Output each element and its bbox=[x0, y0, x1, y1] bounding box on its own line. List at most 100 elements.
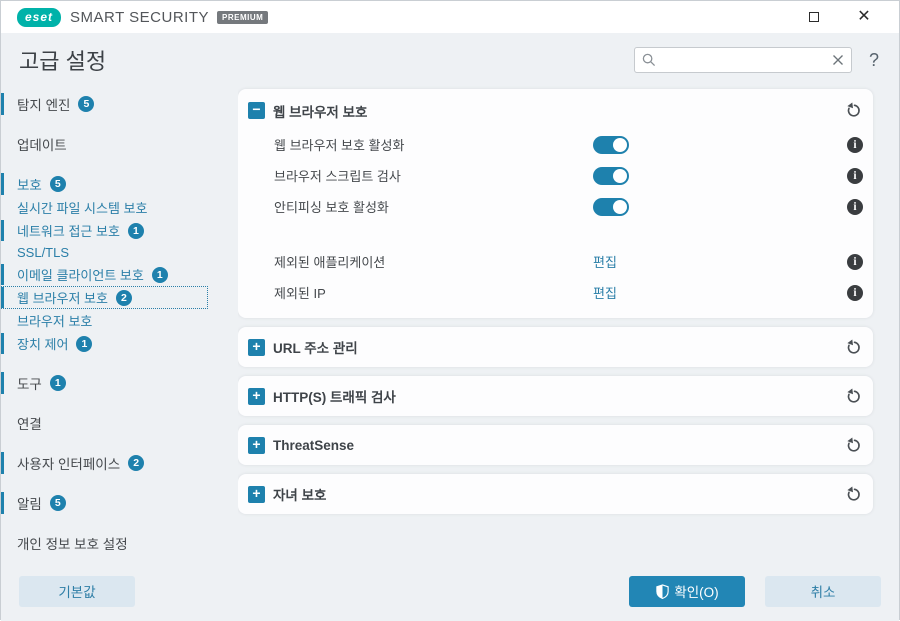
sidebar-item-label: 보호 bbox=[17, 178, 42, 193]
sidebar-nav: 탐지 엔진 5 업데이트 보호 5 실시간 파일 시스템 보호 네트워크 접근 보호 1 SSL… bbox=[1, 81, 238, 561]
modified-indicator-bar bbox=[1, 287, 4, 308]
search-input[interactable] bbox=[655, 53, 832, 67]
row-spacer bbox=[248, 222, 863, 246]
sidebar-item[interactable]: 도구 1 bbox=[1, 371, 208, 395]
modified-indicator-bar bbox=[1, 93, 4, 115]
info-icon[interactable]: i bbox=[847, 136, 863, 153]
section-title: ThreatSense bbox=[273, 437, 355, 453]
sidebar-item[interactable]: 업데이트 bbox=[1, 132, 208, 156]
search-icon bbox=[642, 53, 656, 67]
window-content: 고급 설정 ? 탐지 엔진 5 업데이트 보호 5 실시간 파일 시스템 보호 네트워크 접… bbox=[1, 33, 899, 621]
reset-icon[interactable] bbox=[843, 386, 863, 406]
section-rows: 웹 브라우저 보호 활성화 i 브라우저 스크립트 검사 i 안티피싱 보호 활성화 i 제… bbox=[238, 123, 873, 318]
sidebar-item[interactable]: 사용자 인터페이스 2 bbox=[1, 451, 208, 475]
toggle-knob bbox=[613, 199, 627, 214]
sidebar-item-label: 탐지 엔진 bbox=[17, 98, 71, 113]
section-title: 웹 브라우저 보호 bbox=[273, 104, 368, 120]
toggle-knob bbox=[613, 137, 627, 152]
reset-icon[interactable] bbox=[843, 101, 863, 121]
sidebar-item-label: 업데이트 bbox=[17, 138, 67, 153]
section-title: 자녀 보호 bbox=[273, 488, 327, 503]
title-bar: eset SMART SECURITY PREMIUM ✕ bbox=[1, 1, 899, 33]
reset-icon[interactable] bbox=[843, 337, 863, 357]
toggle-switch[interactable] bbox=[593, 166, 629, 185]
sidebar-item[interactable]: 웹 브라우저 보호 2 bbox=[1, 286, 208, 309]
cancel-button[interactable]: 취소 bbox=[765, 575, 881, 607]
expand-icon[interactable]: + bbox=[248, 338, 265, 356]
body: 탐지 엔진 5 업데이트 보호 5 실시간 파일 시스템 보호 네트워크 접근 보호 1 SSL… bbox=[1, 81, 899, 561]
modified-indicator-bar bbox=[1, 372, 4, 394]
ok-button-label: 확인(O) bbox=[674, 585, 719, 600]
toggle-switch[interactable] bbox=[593, 197, 629, 216]
expand-icon[interactable]: + bbox=[248, 485, 265, 503]
sidebar-item[interactable]: SSL/TLS bbox=[1, 242, 208, 263]
setting-row: 브라우저 스크립트 검사 i bbox=[248, 160, 863, 191]
sidebar-item[interactable]: 알림 5 bbox=[1, 491, 208, 515]
count-badge: 5 bbox=[78, 96, 95, 112]
collapsed-section: + ThreatSense bbox=[238, 425, 873, 465]
modified-indicator-bar bbox=[1, 452, 4, 474]
edit-link[interactable]: 편집 bbox=[593, 252, 617, 271]
search-clear-icon[interactable] bbox=[832, 54, 844, 66]
sidebar-item[interactable]: 장치 제어 1 bbox=[1, 332, 208, 355]
sidebar-item-label: 알림 bbox=[17, 497, 42, 512]
expand-icon[interactable]: + bbox=[248, 387, 265, 405]
footer-bar: 기본값 확인(O) 취소 bbox=[1, 561, 899, 621]
sidebar-item-label: 도구 bbox=[17, 377, 42, 392]
sidebar-item[interactable]: 개인 정보 보호 설정 bbox=[1, 531, 208, 555]
edit-link[interactable]: 편집 bbox=[593, 283, 617, 302]
reset-icon[interactable] bbox=[843, 484, 863, 504]
info-icon[interactable]: i bbox=[847, 253, 863, 270]
info-icon[interactable]: i bbox=[847, 167, 863, 184]
premium-badge: PREMIUM bbox=[217, 10, 269, 24]
sidebar-item-label: 연결 bbox=[17, 417, 42, 432]
page-title: 고급 설정 bbox=[19, 49, 107, 74]
help-icon[interactable]: ? bbox=[869, 50, 879, 71]
sidebar-item-label: 장치 제어 bbox=[17, 337, 69, 352]
info-icon[interactable]: i bbox=[847, 198, 863, 215]
sidebar-item[interactable]: 실시간 파일 시스템 보호 bbox=[1, 196, 208, 219]
sidebar-item-label: 사용자 인터페이스 bbox=[17, 457, 121, 472]
sidebar-item[interactable]: 브라우저 보호 bbox=[1, 309, 208, 332]
modified-indicator-bar bbox=[1, 264, 4, 285]
collapsed-section: + HTTP(S) 트래픽 검사 bbox=[238, 376, 873, 416]
section-title: URL 주소 관리 bbox=[273, 341, 358, 356]
setting-label: 안티피싱 보호 활성화 bbox=[274, 200, 389, 215]
count-badge: 2 bbox=[128, 455, 145, 471]
sidebar-item-label: 개인 정보 보호 설정 bbox=[17, 537, 128, 552]
setting-row: 웹 브라우저 보호 활성화 i bbox=[248, 129, 863, 160]
reset-icon[interactable] bbox=[843, 435, 863, 455]
modified-indicator-bar bbox=[1, 333, 4, 354]
info-icon[interactable]: i bbox=[847, 284, 863, 301]
sidebar-item-label: 브라우저 보호 bbox=[17, 314, 93, 329]
modified-indicator-bar bbox=[1, 220, 4, 241]
count-badge: 5 bbox=[49, 495, 66, 511]
collapse-icon[interactable]: − bbox=[248, 102, 265, 119]
maximize-button[interactable] bbox=[801, 4, 827, 30]
sidebar-item[interactable]: 네트워크 접근 보호 1 bbox=[1, 219, 208, 242]
section-title: HTTP(S) 트래픽 검사 bbox=[273, 390, 396, 405]
collapsed-sections: + URL 주소 관리 + HTTP(S) 트래픽 검사 + ThreatSense + 자녀… bbox=[238, 327, 873, 514]
toggle-switch[interactable] bbox=[593, 135, 629, 154]
default-button[interactable]: 기본값 bbox=[19, 575, 135, 607]
setting-row: 안티피싱 보호 활성화 i bbox=[248, 191, 863, 222]
sidebar-item[interactable]: 이메일 클라이언트 보호 1 bbox=[1, 263, 208, 286]
sidebar-item[interactable]: 탐지 엔진 5 bbox=[1, 92, 208, 116]
collapsed-section: + 자녀 보호 bbox=[238, 474, 873, 514]
search-box[interactable] bbox=[633, 47, 852, 73]
expand-icon[interactable]: + bbox=[248, 436, 265, 454]
sidebar-item[interactable]: 보호 5 bbox=[1, 172, 208, 196]
modified-indicator-bar bbox=[1, 492, 4, 514]
sidebar-item-label: SSL/TLS bbox=[17, 245, 70, 260]
count-badge: 1 bbox=[151, 266, 168, 283]
close-button[interactable]: ✕ bbox=[851, 4, 877, 30]
sidebar-item[interactable]: 연결 bbox=[1, 411, 208, 435]
setting-row: 제외된 IP 편집 i bbox=[248, 277, 863, 308]
settings-panel: − 웹 브라우저 보호 웹 브라우저 보호 활성화 i 브라우저 스크립트 검사 i 안… bbox=[238, 81, 899, 561]
brand-name: SMART SECURITY bbox=[70, 8, 209, 26]
ok-button[interactable]: 확인(O) bbox=[629, 575, 745, 607]
toggle-knob bbox=[613, 168, 627, 183]
page-header: 고급 설정 ? bbox=[1, 33, 899, 81]
section-header: − 웹 브라우저 보호 bbox=[238, 89, 873, 123]
maximize-icon bbox=[809, 12, 819, 22]
